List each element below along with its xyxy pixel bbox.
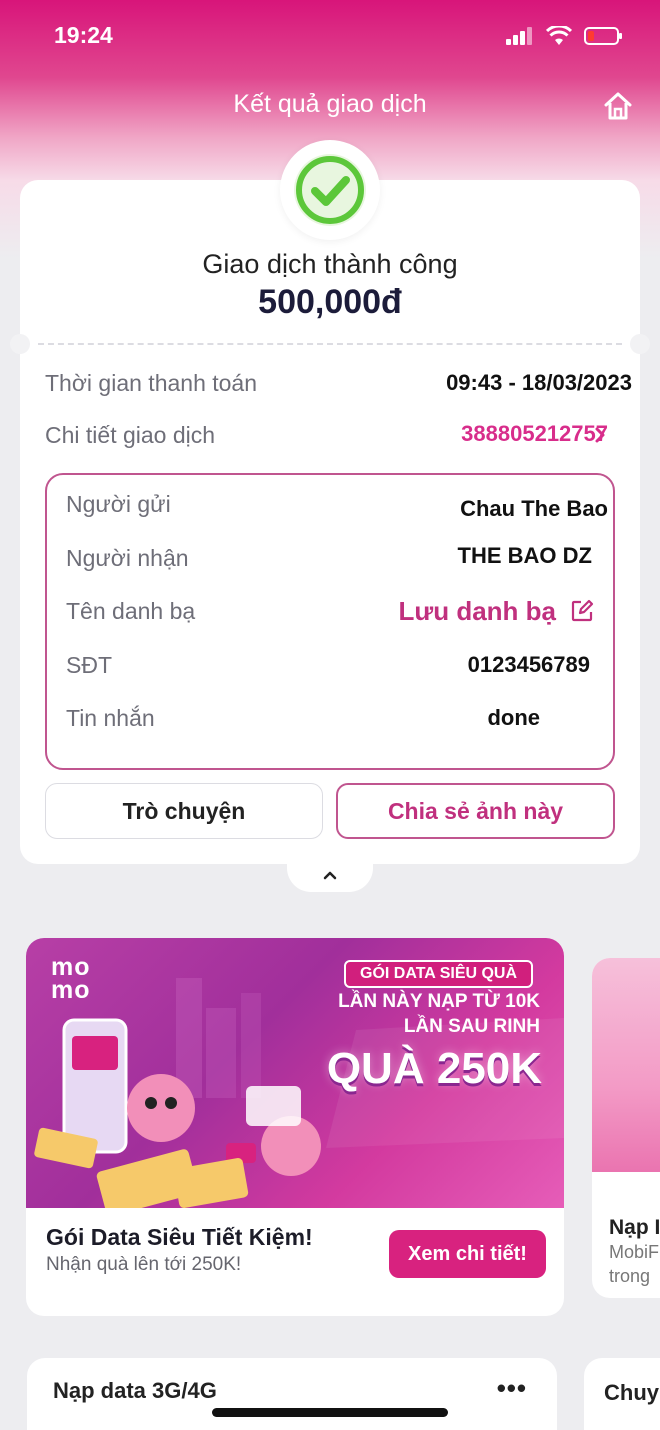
promo-card[interactable]: mo mo GÓI DATA SIÊU QUÀ LẦN NÀY NẠP TỪ 1…: [26, 938, 564, 1316]
more-options-button[interactable]: •••: [497, 1373, 527, 1404]
phone-label: SĐT: [66, 652, 112, 678]
home-button[interactable]: [602, 90, 634, 122]
phone-value: 0123456789: [467, 652, 590, 677]
transaction-id-link[interactable]: 388805212757: [461, 421, 608, 447]
battery-icon: [584, 27, 622, 45]
promo-subtitle: Nhận quà lên tới 250K!: [46, 1254, 242, 1275]
ticket-notch-right: [630, 334, 650, 354]
wifi-icon: [546, 26, 572, 45]
ticket-notch-left: [10, 334, 30, 354]
status-time: 19:24: [54, 22, 113, 48]
chevron-up-icon: [323, 871, 337, 880]
check-circle-icon: [294, 154, 366, 226]
payment-time-label: Thời gian thanh toán: [45, 370, 258, 396]
promo-line-1: LẦN NÀY NẠP TỪ 10K: [338, 991, 540, 1012]
chat-button[interactable]: Trò chuyện: [45, 783, 323, 839]
promo-subtitle-next-1: MobiF: [609, 1242, 660, 1262]
transaction-status: Giao dịch thành công: [202, 249, 458, 279]
contact-name-label: Tên danh bạ: [66, 598, 196, 624]
sender-label: Người gửi: [66, 491, 171, 517]
message-value: done: [487, 705, 540, 730]
promo-subtitle-next-2: trong: [609, 1266, 651, 1286]
data-topup-card[interactable]: Nạp data 3G/4G •••: [27, 1358, 557, 1430]
receiver-label: Người nhận: [66, 545, 189, 571]
promo-title-next: Nạp I: [609, 1216, 660, 1239]
view-details-button[interactable]: Xem chi tiết!: [389, 1230, 546, 1278]
data-topup-title: Nạp data 3G/4G: [53, 1378, 217, 1403]
status-bar: 19:24: [0, 0, 660, 70]
next-service-card[interactable]: Chuy: [584, 1358, 660, 1430]
home-icon: [604, 92, 632, 120]
promo-headline: QUÀ 250K: [326, 1044, 542, 1093]
promo-tag: GÓI DATA SIÊU QUÀ: [344, 960, 534, 988]
transaction-detail-label: Chi tiết giao dịch: [45, 422, 216, 448]
home-indicator: [212, 1408, 448, 1417]
promo-line-2: LẦN SAU RINH: [403, 1016, 540, 1037]
payment-time-value: 09:43 - 18/03/2023: [446, 370, 632, 395]
collapse-toggle[interactable]: [287, 858, 373, 892]
next-service-title: Chuy: [604, 1380, 659, 1405]
share-image-button[interactable]: Chia sẻ ảnh này: [336, 783, 615, 839]
receiver-value: THE BAO DZ: [457, 543, 592, 568]
signal-icon: [506, 27, 532, 45]
ticket-divider: [38, 343, 622, 345]
page-title: Kết quả giao dịch: [233, 90, 427, 118]
save-contact-link[interactable]: Lưu danh bạ: [399, 596, 557, 627]
edit-icon[interactable]: [570, 599, 594, 623]
promo-banner[interactable]: mo mo GÓI DATA SIÊU QUÀ LẦN NÀY NẠP TỪ 1…: [26, 938, 564, 1208]
message-label: Tin nhắn: [66, 705, 155, 731]
chevron-right-icon[interactable]: [594, 426, 606, 444]
sender-value: Chau The Bao: [460, 496, 608, 521]
status-icons: [506, 26, 624, 46]
transaction-amount: 500,000đ: [258, 283, 402, 321]
momo-logo: mo mo: [51, 953, 91, 1004]
promo-card-next[interactable]: Nạp I MobiF trong: [592, 958, 660, 1298]
success-badge: [280, 140, 380, 240]
promo-banner-next: [592, 958, 660, 1172]
promo-title: Gói Data Siêu Tiết Kiệm!: [46, 1224, 313, 1250]
